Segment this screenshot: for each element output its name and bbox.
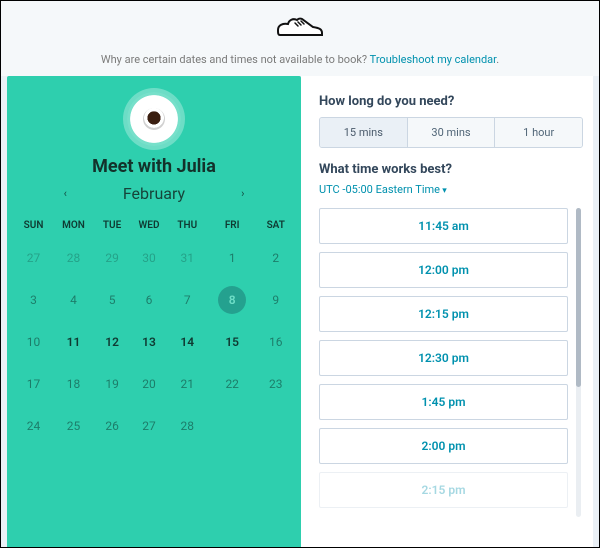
duration-option[interactable]: 15 mins — [320, 118, 407, 147]
weekday-header: MON — [52, 214, 95, 237]
calendar-day[interactable]: 6 — [129, 279, 168, 321]
time-slot[interactable]: 11:45 am — [319, 208, 568, 244]
time-slot[interactable]: 2:00 pm — [319, 428, 568, 464]
time-slot-list: 11:45 am 12:00 pm 12:15 pm 12:30 pm 1:45 pm 2… — [319, 206, 570, 547]
calendar-day[interactable]: 5 — [95, 279, 130, 321]
time-slot[interactable]: 2:15 pm — [319, 472, 568, 508]
month-label: February — [123, 184, 185, 203]
main-row: Meet with Julia ‹ February › SUNMONTUEWE… — [1, 76, 599, 547]
time-slot[interactable]: 12:00 pm — [319, 252, 568, 288]
calendar-day[interactable]: 4 — [52, 279, 95, 321]
calendar-grid: SUNMONTUEWEDTHUFRISAT 272829303112345678… — [15, 214, 293, 447]
sneaker-icon — [275, 13, 325, 43]
scrollbar-track[interactable] — [576, 208, 581, 517]
brand-logo — [272, 13, 328, 43]
calendar-day — [206, 405, 259, 447]
coffee-cup-icon — [143, 108, 165, 130]
calendar-day[interactable]: 11 — [52, 321, 95, 363]
calendar-day: 28 — [52, 237, 95, 279]
calendar-day[interactable]: 22 — [206, 363, 259, 405]
help-suffix: . — [496, 53, 499, 66]
calendar-day[interactable]: 21 — [169, 363, 206, 405]
calendar-day[interactable]: 24 — [15, 405, 52, 447]
calendar-day[interactable]: 9 — [259, 279, 294, 321]
calendar-day[interactable]: 28 — [169, 405, 206, 447]
calendar-day[interactable]: 25 — [52, 405, 95, 447]
scrollbar-thumb[interactable] — [576, 208, 581, 387]
calendar-day[interactable]: 13 — [129, 321, 168, 363]
calendar-day[interactable]: 3 — [15, 279, 52, 321]
timezone-select[interactable]: UTC -05:00 Eastern Time — [319, 183, 583, 196]
help-prefix: Why are certain dates and times not avai… — [101, 53, 370, 66]
calendar-day[interactable]: 10 — [15, 321, 52, 363]
calendar-day[interactable]: 19 — [95, 363, 130, 405]
time-slot[interactable]: 12:30 pm — [319, 340, 568, 376]
time-slot[interactable]: 1:45 pm — [319, 384, 568, 420]
weekday-header: TUE — [95, 214, 130, 237]
weekday-header: WED — [129, 214, 168, 237]
calendar-day[interactable]: 23 — [259, 363, 294, 405]
calendar-day[interactable]: 14 — [169, 321, 206, 363]
calendar-day[interactable]: 8 — [206, 279, 259, 321]
meeting-title: Meet with Julia — [92, 156, 216, 177]
time-question: What time works best? — [319, 162, 583, 177]
weekday-header: FRI — [206, 214, 259, 237]
duration-option[interactable]: 30 mins — [407, 118, 495, 147]
weekday-header: SUN — [15, 214, 52, 237]
avatar — [127, 92, 181, 146]
calendar-day[interactable]: 12 — [95, 321, 130, 363]
prev-month-button[interactable]: ‹ — [56, 181, 75, 206]
calendar-day[interactable]: 27 — [129, 405, 168, 447]
duration-question: How long do you need? — [319, 94, 583, 109]
calendar-day[interactable]: 2 — [259, 237, 294, 279]
weekday-header: SAT — [259, 214, 294, 237]
month-nav: ‹ February › — [15, 181, 293, 206]
calendar-day: 27 — [15, 237, 52, 279]
calendar-day[interactable]: 18 — [52, 363, 95, 405]
calendar-day[interactable]: 15 — [206, 321, 259, 363]
calendar-day[interactable]: 17 — [15, 363, 52, 405]
widget-header: Why are certain dates and times not avai… — [1, 1, 599, 76]
booking-widget: Why are certain dates and times not avai… — [0, 0, 600, 548]
time-slot[interactable]: 12:15 pm — [319, 296, 568, 332]
calendar-panel: Meet with Julia ‹ February › SUNMONTUEWE… — [7, 76, 301, 547]
time-panel: How long do you need? 15 mins30 mins1 ho… — [301, 76, 593, 547]
calendar-day[interactable]: 20 — [129, 363, 168, 405]
calendar-day[interactable]: 1 — [206, 237, 259, 279]
calendar-day[interactable]: 7 — [169, 279, 206, 321]
duration-segmented: 15 mins30 mins1 hour — [319, 117, 583, 148]
calendar-day: 30 — [129, 237, 168, 279]
calendar-day[interactable]: 26 — [95, 405, 130, 447]
calendar-day: 29 — [95, 237, 130, 279]
troubleshoot-link[interactable]: Troubleshoot my calendar — [370, 53, 497, 66]
calendar-day — [259, 405, 294, 447]
help-text: Why are certain dates and times not avai… — [101, 53, 499, 66]
calendar-day[interactable]: 16 — [259, 321, 294, 363]
duration-option[interactable]: 1 hour — [494, 118, 582, 147]
calendar-day: 31 — [169, 237, 206, 279]
next-month-button[interactable]: › — [233, 181, 252, 206]
weekday-header: THU — [169, 214, 206, 237]
